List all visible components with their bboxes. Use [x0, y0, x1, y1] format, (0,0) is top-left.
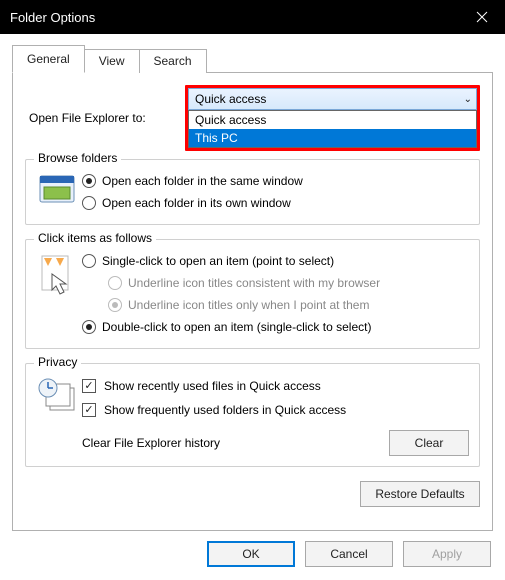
checkbox-icon: ✓: [82, 403, 96, 417]
browse-folders-icon: [36, 170, 82, 204]
clear-button[interactable]: Clear: [389, 430, 469, 456]
dropdown-item-this-pc[interactable]: This PC: [189, 129, 476, 147]
close-icon: [476, 11, 488, 23]
dropdown-item-quick-access[interactable]: Quick access: [189, 111, 476, 129]
radio-single-click[interactable]: Single-click to open an item (point to s…: [82, 250, 469, 272]
radio-single-click-label: Single-click to open an item (point to s…: [102, 254, 334, 268]
radio-same-window-label: Open each folder in the same window: [102, 174, 303, 188]
open-explorer-dropdown: Quick access This PC: [188, 110, 477, 148]
radio-same-window[interactable]: Open each folder in the same window: [82, 170, 469, 192]
radio-own-window-label: Open each folder in its own window: [102, 196, 291, 210]
radio-own-window[interactable]: Open each folder in its own window: [82, 192, 469, 214]
checkbox-frequent-folders[interactable]: ✓ Show frequently used folders in Quick …: [82, 398, 469, 422]
window-title: Folder Options: [10, 10, 95, 25]
browse-folders-group: Browse folders Open each folder in the s…: [25, 159, 480, 225]
checkbox-recent-files-label: Show recently used files in Quick access: [104, 379, 321, 393]
cancel-button[interactable]: Cancel: [305, 541, 393, 567]
titlebar: Folder Options: [0, 0, 505, 34]
tab-search[interactable]: Search: [139, 49, 207, 73]
radio-underline-point-label: Underline icon titles only when I point …: [128, 298, 369, 312]
radio-icon: [82, 254, 96, 268]
general-panel: Open File Explorer to: Quick access ⌄ Qu…: [12, 73, 493, 531]
browse-folders-title: Browse folders: [34, 151, 121, 165]
checkbox-frequent-folders-label: Show frequently used folders in Quick ac…: [104, 403, 346, 417]
tab-view[interactable]: View: [84, 49, 140, 73]
radio-underline-point: Underline icon titles only when I point …: [82, 294, 469, 316]
chevron-down-icon: ⌄: [464, 94, 472, 105]
privacy-group: Privacy ✓ Show recently used files in Qu…: [25, 363, 480, 467]
open-explorer-combo-highlight: Quick access ⌄ Quick access This PC: [185, 85, 480, 151]
radio-icon: [108, 298, 122, 312]
tab-general[interactable]: General: [12, 45, 85, 73]
checkbox-icon: ✓: [82, 379, 96, 393]
click-items-icon: [36, 250, 82, 296]
radio-icon: [108, 276, 122, 290]
clear-history-label: Clear File Explorer history: [82, 436, 389, 450]
click-items-group: Click items as follows Single-click to o…: [25, 239, 480, 349]
open-explorer-selected: Quick access: [195, 92, 266, 106]
click-items-title: Click items as follows: [34, 231, 156, 245]
restore-defaults-button[interactable]: Restore Defaults: [360, 481, 480, 507]
radio-underline-browser-label: Underline icon titles consistent with my…: [128, 276, 380, 290]
radio-double-click-label: Double-click to open an item (single-cli…: [102, 320, 371, 334]
open-explorer-combo[interactable]: Quick access ⌄: [188, 88, 477, 110]
radio-icon: [82, 174, 96, 188]
radio-icon: [82, 320, 96, 334]
privacy-icon: [36, 374, 82, 414]
privacy-title: Privacy: [34, 355, 81, 369]
radio-underline-browser: Underline icon titles consistent with my…: [82, 272, 469, 294]
dialog-buttons: OK Cancel Apply: [0, 531, 505, 567]
radio-double-click[interactable]: Double-click to open an item (single-cli…: [82, 316, 469, 338]
apply-button[interactable]: Apply: [403, 541, 491, 567]
checkbox-recent-files[interactable]: ✓ Show recently used files in Quick acce…: [82, 374, 469, 398]
tab-strip: General View Search: [12, 44, 493, 73]
ok-button[interactable]: OK: [207, 541, 295, 567]
radio-icon: [82, 196, 96, 210]
close-button[interactable]: [459, 0, 505, 34]
open-explorer-label: Open File Explorer to:: [25, 111, 185, 125]
